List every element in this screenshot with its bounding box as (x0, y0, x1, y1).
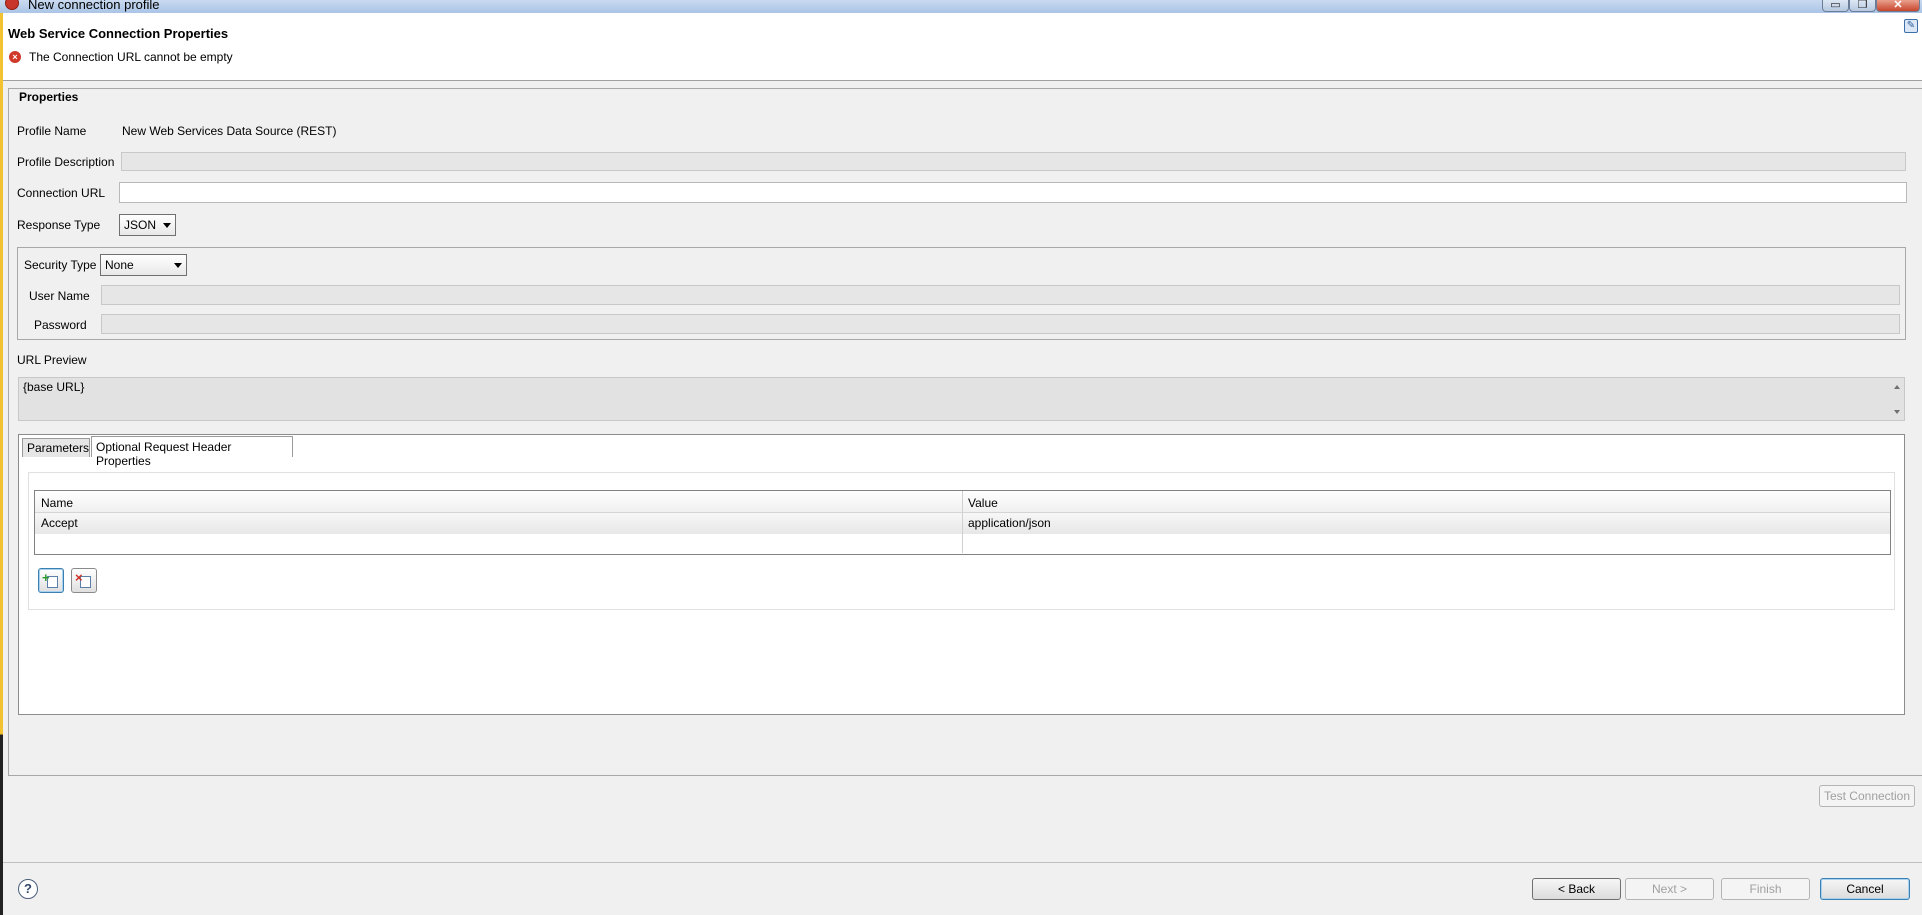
add-row-button[interactable]: + (38, 568, 64, 593)
maximize-button[interactable]: ❐ (1849, 0, 1876, 12)
remove-row-button[interactable]: × (71, 568, 97, 593)
user-name-label: User Name (29, 289, 90, 303)
minimize-button[interactable]: ▭ (1822, 0, 1849, 12)
scroll-up-icon[interactable] (1894, 385, 1900, 389)
wizard-banner-icon: ✎ (1904, 19, 1918, 33)
profile-name-value[interactable]: New Web Services Data Source (REST) (122, 124, 337, 138)
response-type-label: Response Type (17, 218, 101, 232)
tab-optional-request-header-properties[interactable]: Optional Request Header Properties (91, 436, 293, 468)
password-label: Password (34, 318, 87, 332)
profile-description-field[interactable] (121, 152, 1906, 171)
x-icon: × (75, 570, 83, 585)
header-value-cell[interactable]: application/json (968, 516, 1051, 530)
next-button[interactable]: Next > (1625, 878, 1714, 900)
security-type-label: Security Type (24, 258, 97, 272)
tab-parameters-label: Parameters (27, 441, 90, 455)
help-icon[interactable]: ? (18, 879, 38, 899)
page-title: Web Service Connection Properties (8, 26, 229, 41)
back-button[interactable]: < Back (1532, 878, 1621, 900)
finish-button[interactable]: Finish (1721, 878, 1810, 900)
security-type-select[interactable]: None (100, 254, 187, 276)
close-icon: ✕ (1893, 0, 1903, 11)
close-button[interactable]: ✕ (1876, 0, 1920, 12)
user-name-input[interactable] (101, 285, 1900, 305)
window-title-bar: New connection profile ▭ ❐ ✕ (0, 0, 1922, 13)
footer-separator (3, 862, 1922, 863)
response-type-select[interactable]: JSON (119, 214, 176, 236)
tab-parameters[interactable]: Parameters (22, 438, 90, 457)
error-message: The Connection URL cannot be empty (29, 50, 233, 64)
chevron-down-icon (163, 223, 171, 228)
connection-url-label: Connection URL (17, 186, 106, 200)
url-preview-value: {base URL} (23, 380, 85, 394)
chevron-down-icon (174, 263, 182, 268)
url-preview-box: {base URL} (18, 377, 1905, 421)
maximize-icon: ❐ (1857, 0, 1868, 11)
url-preview-label: URL Preview (17, 353, 87, 367)
header-name-cell[interactable]: Accept (41, 516, 78, 530)
minimize-icon: ▭ (1830, 0, 1841, 11)
password-input[interactable] (101, 314, 1900, 334)
window-title: New connection profile (28, 0, 160, 12)
test-connection-button[interactable]: Test Connection (1819, 785, 1915, 807)
plus-icon: + (42, 570, 50, 585)
column-header-value[interactable]: Value (968, 496, 998, 510)
column-header-name[interactable]: Name (41, 496, 73, 510)
response-type-value: JSON (124, 218, 157, 232)
error-icon: × (9, 51, 21, 63)
profile-description-label: Profile Description (17, 155, 115, 169)
cancel-button[interactable]: Cancel (1820, 878, 1910, 900)
connection-url-input[interactable] (119, 182, 1907, 203)
scroll-down-icon[interactable] (1894, 410, 1900, 414)
app-icon (5, 0, 19, 10)
request-headers-table: Name Value Accept application/json (34, 490, 1891, 555)
profile-name-label: Profile Name (17, 124, 87, 138)
security-type-value: None (105, 258, 134, 272)
left-edge-bar (0, 13, 3, 915)
column-divider (962, 491, 963, 553)
properties-group-title: Properties (17, 90, 81, 104)
wizard-header: Web Service Connection Properties × The … (3, 13, 1922, 81)
